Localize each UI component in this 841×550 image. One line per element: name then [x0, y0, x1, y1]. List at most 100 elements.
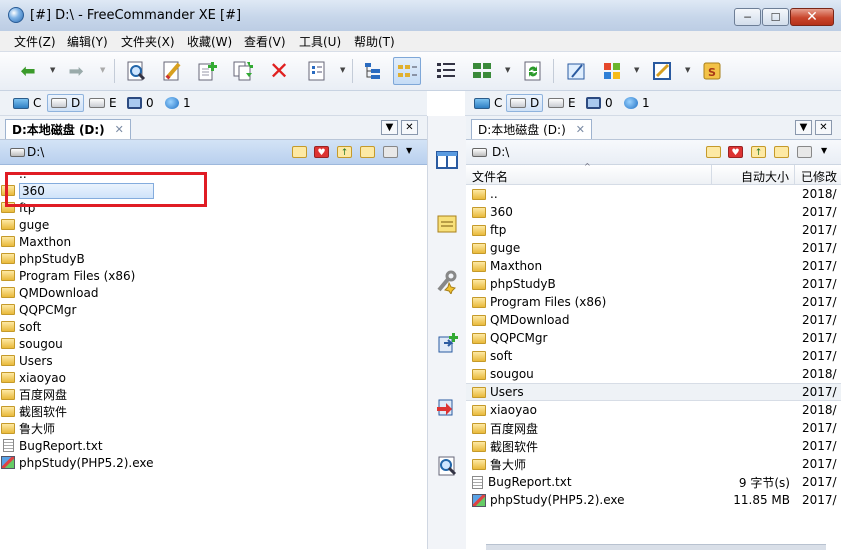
tab-close-icon[interactable]: ✕ — [576, 123, 585, 136]
tools-icon[interactable] — [433, 268, 461, 296]
list-item[interactable]: phpStudyB — [0, 250, 427, 267]
table-row[interactable]: QQPCMgr 2017/ — [466, 329, 841, 347]
delete-icon[interactable]: ✕ — [265, 57, 293, 85]
windows-dropdown-icon[interactable]: ▼ — [634, 66, 639, 74]
refresh-icon[interactable] — [519, 57, 547, 85]
left-drive-c[interactable]: C — [10, 94, 44, 112]
details-view-icon[interactable] — [432, 57, 460, 85]
path-dropdown-icon[interactable]: ▼ — [821, 146, 827, 155]
table-row[interactable]: Users 2017/ — [466, 383, 841, 401]
left-path-bar[interactable]: D:\ ♥ ↑ ▼ — [0, 140, 427, 165]
parent-folder-icon[interactable]: ↑ — [751, 146, 766, 158]
table-row[interactable]: 360 2017/ — [466, 203, 841, 221]
table-row[interactable]: 鲁大师 2017/ — [466, 455, 841, 473]
list-item[interactable]: 鲁大师 — [0, 420, 427, 437]
filter-icon[interactable] — [797, 146, 812, 158]
list-item[interactable]: QMDownload — [0, 284, 427, 301]
notes-icon[interactable] — [433, 210, 461, 238]
filter-icon[interactable] — [383, 146, 398, 158]
table-row[interactable]: sougou 2018/ — [466, 365, 841, 383]
column-date-header[interactable]: 已修改 — [801, 168, 837, 185]
list-item[interactable]: BugReport.txt — [0, 437, 427, 454]
title-bar[interactable]: [#] D:\ - FreeCommander XE [#] ─ ☐ ✕ — [0, 0, 841, 32]
forward-arrow-icon[interactable]: ➡ — [62, 57, 90, 85]
right-tab[interactable]: D:本地磁盘 (D:) ✕ — [471, 119, 592, 139]
list-view-icon[interactable] — [393, 57, 421, 85]
list-item[interactable]: 截图软件 — [0, 403, 427, 420]
folder-history-icon[interactable] — [292, 146, 307, 158]
notepad-dropdown-icon[interactable]: ▼ — [685, 66, 690, 74]
forward-dropdown-icon[interactable]: ▼ — [100, 66, 105, 74]
list-item[interactable]: QQPCMgr — [0, 301, 427, 318]
table-row[interactable]: soft 2017/ — [466, 347, 841, 365]
thumbnail-view-icon[interactable] — [468, 57, 496, 85]
windows-icon[interactable] — [598, 57, 626, 85]
right-path-bar[interactable]: D:\ ♥ ↑ ▼ — [466, 140, 841, 165]
folder-history-icon[interactable] — [706, 146, 721, 158]
table-row[interactable]: .. 2018/ — [466, 185, 841, 203]
root-folder-icon[interactable] — [774, 146, 789, 158]
search-icon[interactable] — [433, 452, 461, 480]
column-divider[interactable] — [794, 165, 795, 184]
right-drive-e[interactable]: E — [545, 94, 579, 112]
column-name-header[interactable]: 文件名 — [472, 168, 508, 185]
list-item[interactable]: Maxthon — [0, 233, 427, 250]
menu-file[interactable]: 文件(Z) — [14, 33, 56, 50]
settings-icon[interactable]: S — [698, 57, 726, 85]
properties-icon[interactable] — [303, 57, 331, 85]
list-item[interactable]: xiaoyao — [0, 369, 427, 386]
parent-folder-icon[interactable]: ↑ — [337, 146, 352, 158]
list-item[interactable]: Program Files (x86) — [0, 267, 427, 284]
table-row[interactable]: ftp 2017/ — [466, 221, 841, 239]
column-size-header[interactable]: 自动大小 — [741, 168, 789, 185]
tab-menu-button[interactable]: ▼ — [381, 120, 398, 135]
menu-favorites[interactable]: 收藏(W) — [187, 33, 232, 50]
properties-dropdown-icon[interactable]: ▼ — [340, 66, 345, 74]
tab-close-button[interactable]: ✕ — [401, 120, 418, 135]
minimize-button[interactable]: ─ — [734, 8, 761, 26]
left-drive-e[interactable]: E — [86, 94, 120, 112]
path-dropdown-icon[interactable]: ▼ — [406, 146, 412, 155]
horizontal-scrollbar[interactable] — [486, 544, 826, 550]
tab-close-icon[interactable]: ✕ — [115, 123, 124, 136]
tree-view-icon[interactable] — [359, 57, 387, 85]
menu-folder[interactable]: 文件夹(X) — [121, 33, 175, 50]
list-item[interactable]: guge — [0, 216, 427, 233]
right-drive-d[interactable]: D — [506, 94, 544, 112]
table-row[interactable]: 百度网盘 2017/ — [466, 419, 841, 437]
notepad-icon[interactable] — [648, 57, 676, 85]
copy-to-icon[interactable] — [433, 329, 461, 357]
maximize-button[interactable]: ☐ — [762, 8, 789, 26]
left-drive-1[interactable]: 1 — [162, 94, 194, 112]
table-row[interactable]: guge 2017/ — [466, 239, 841, 257]
root-folder-icon[interactable] — [360, 146, 375, 158]
close-button[interactable]: ✕ — [790, 8, 834, 26]
table-row[interactable]: QMDownload 2017/ — [466, 311, 841, 329]
left-drive-d[interactable]: D — [47, 94, 85, 112]
right-drive-c[interactable]: C — [471, 94, 505, 112]
table-row[interactable]: xiaoyao 2018/ — [466, 401, 841, 419]
menu-view[interactable]: 查看(V) — [244, 33, 286, 50]
view-file-icon[interactable] — [122, 57, 150, 85]
list-item[interactable]: phpStudy(PHP5.2).exe — [0, 454, 427, 471]
table-row[interactable]: phpStudyB 2017/ — [466, 275, 841, 293]
list-item[interactable]: Users — [0, 352, 427, 369]
column-divider[interactable] — [711, 165, 712, 184]
compare-icon[interactable] — [433, 146, 461, 174]
move-to-icon[interactable] — [433, 392, 461, 420]
tab-close-button[interactable]: ✕ — [815, 120, 832, 135]
edit-file-icon[interactable] — [158, 57, 186, 85]
command-icon[interactable] — [562, 57, 590, 85]
left-tab[interactable]: D:本地磁盘 (D:) ✕ — [5, 119, 131, 139]
favorites-icon[interactable]: ♥ — [728, 146, 743, 158]
right-drive-1[interactable]: 1 — [621, 94, 653, 112]
table-row[interactable]: BugReport.txt 9 字节(s) 2017/ — [466, 473, 841, 491]
back-dropdown-icon[interactable]: ▼ — [50, 66, 55, 74]
favorites-icon[interactable]: ♥ — [314, 146, 329, 158]
list-item[interactable]: 百度网盘 — [0, 386, 427, 403]
table-row[interactable]: Program Files (x86) 2017/ — [466, 293, 841, 311]
menu-help[interactable]: 帮助(T) — [354, 33, 395, 50]
view-dropdown-icon[interactable]: ▼ — [505, 66, 510, 74]
left-drive-0[interactable]: 0 — [124, 94, 157, 112]
list-item[interactable]: soft — [0, 318, 427, 335]
